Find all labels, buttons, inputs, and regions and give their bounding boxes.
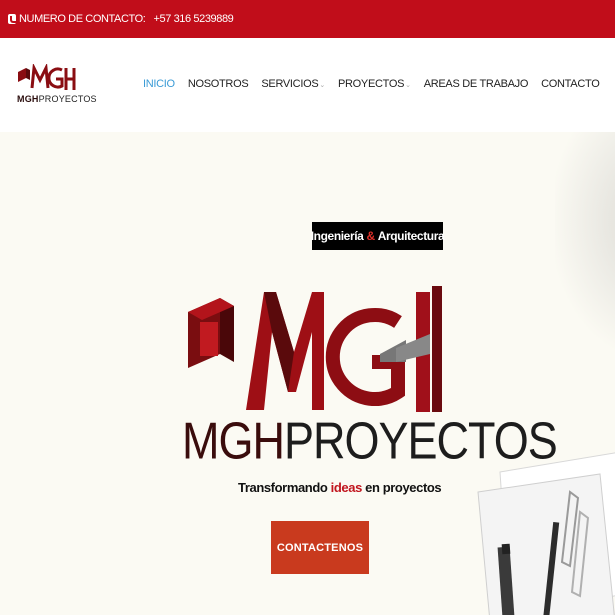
hero-slogan: Transformando ideas en proyectos	[238, 480, 442, 495]
site-header: MGHPROYECTOS INICIO NOSOTROS SERVICIOS⌄ …	[0, 38, 615, 132]
contact-phone[interactable]: +57 316 5239889	[153, 13, 233, 25]
nav-item-nosotros[interactable]: NOSOTROS	[188, 78, 249, 90]
hero-section: Ingeniería & Arquitectura MGHPROYECTOS Tra…	[0, 132, 615, 615]
top-contact-bar: NUMERO DE CONTACTO: +57 316 5239889	[0, 0, 615, 38]
desk-items-image	[477, 452, 615, 615]
hero-background-shade	[555, 132, 615, 352]
logo-text: MGHPROYECTOS	[17, 94, 97, 104]
phone-icon	[8, 14, 16, 24]
hero-logo-mark-icon	[188, 286, 442, 412]
chevron-down-icon: ⌄	[405, 82, 411, 89]
contact-label: NUMERO DE CONTACTO:	[19, 13, 146, 25]
site-logo[interactable]: MGHPROYECTOS	[16, 64, 97, 108]
nav-item-areas-de-trabajo[interactable]: AREAS DE TRABAJO	[424, 78, 529, 90]
tagline-badge: Ingeniería & Arquitectura	[311, 222, 445, 250]
contact-cta-button[interactable]: CONTACTENOS	[271, 521, 369, 574]
nav-item-proyectos[interactable]: PROYECTOS⌄	[338, 78, 411, 90]
nav-item-servicios[interactable]: SERVICIOS⌄	[261, 78, 325, 90]
nav-item-contacto[interactable]: CONTACTO	[541, 78, 600, 90]
nav-item-inicio[interactable]: INICIO	[143, 78, 175, 90]
chevron-down-icon: ⌄	[319, 82, 325, 89]
logo-mark-icon	[18, 64, 76, 90]
main-nav: INICIO NOSOTROS SERVICIOS⌄ PROYECTOS⌄ AR…	[143, 78, 612, 90]
